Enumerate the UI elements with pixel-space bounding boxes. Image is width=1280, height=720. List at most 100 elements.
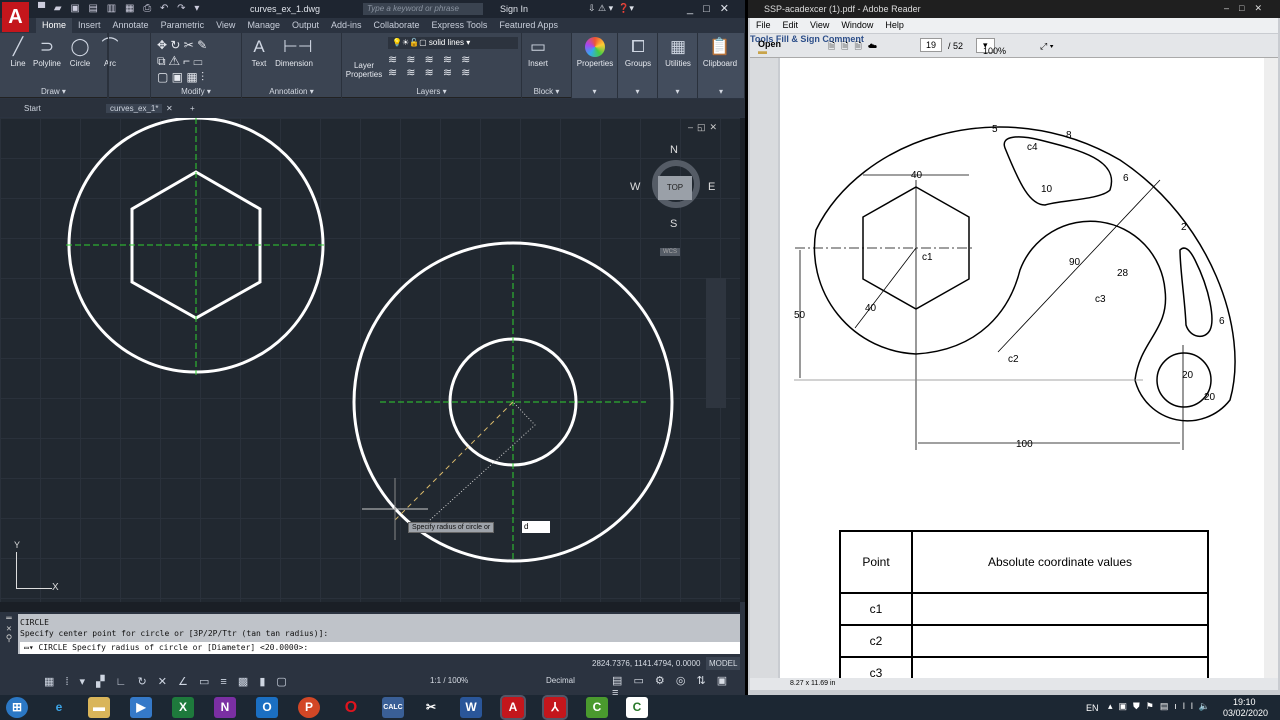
doc-tab-curves[interactable]: curves_ex_1* <box>106 104 163 113</box>
layer-properties-button[interactable]: Layer Properties <box>342 61 386 79</box>
quick-access-toolbar[interactable]: ▀ ▰ ▣ ▤ ▥ ▦ ⎙ ↶ ↷ ▾ <box>38 3 202 14</box>
search-input[interactable]: Type a keyword or phrase <box>363 3 483 15</box>
layer-tools[interactable]: ≋ ≋ ≋ ≋ ≋ ≋ ≋ ≋ ≋ ≋ <box>388 53 473 79</box>
viewport-controls[interactable]: ‒◱✕ <box>688 122 721 133</box>
new-tab-button[interactable]: + <box>190 104 195 113</box>
tab-output[interactable]: Output <box>286 18 325 33</box>
insert-button[interactable]: ▭ Insert <box>526 37 550 68</box>
media-icon[interactable]: ▶ <box>130 697 152 718</box>
tab-home[interactable]: Home <box>36 18 73 33</box>
menu-file[interactable]: File <box>756 20 771 31</box>
language-indicator[interactable]: EN <box>1086 703 1099 713</box>
command-input[interactable]: ▭▾ CIRCLE Specify radius of circle or [D… <box>20 642 740 654</box>
coord-cell[interactable] <box>911 592 1209 626</box>
menu-window[interactable]: Window <box>841 20 873 31</box>
camtasia-recorder-icon[interactable]: C <box>626 697 648 718</box>
fullscreen-icon[interactable]: ⤢ ▾ <box>1040 41 1053 52</box>
tab-featured-apps[interactable]: Featured Apps <box>493 18 564 33</box>
autocad-app-button[interactable]: A <box>2 2 29 32</box>
viewcube[interactable]: TOP N S W E WCS <box>630 144 715 256</box>
autocad-taskbar-icon[interactable]: A <box>500 695 526 720</box>
tab-manage[interactable]: Manage <box>241 18 286 33</box>
open-button[interactable]: ▬ Open <box>758 39 781 56</box>
calc-icon[interactable]: CALC <box>382 697 404 718</box>
drawing-canvas[interactable] <box>0 118 740 602</box>
tab-add-ins[interactable]: Add-ins <box>325 18 368 33</box>
properties-button[interactable]: Properties ▾ <box>572 33 618 98</box>
dynamic-input-field[interactable]: d <box>522 521 550 533</box>
start-button[interactable]: ⊞ <box>6 697 28 718</box>
tab-annotate[interactable]: Annotate <box>107 18 155 33</box>
utilities-button[interactable]: ▦ Utilities ▾ <box>658 33 698 98</box>
coord-cell[interactable] <box>911 656 1209 678</box>
text-icon: A <box>253 37 265 56</box>
pdf-navigation-pane[interactable] <box>750 58 778 688</box>
block-panel-title[interactable]: Block ▾ <box>522 87 571 96</box>
circle-button[interactable]: ◯ Circle <box>66 37 94 68</box>
system-tray-icons[interactable]: ▴▣⛊⚑▤ıll🔈 <box>1108 701 1216 712</box>
groups-button[interactable]: ⧠ Groups ▾ <box>618 33 658 98</box>
layers-panel-title[interactable]: Layers ▾ <box>342 87 521 96</box>
explorer-icon[interactable]: ▬ <box>88 697 110 718</box>
draw-panel-title[interactable]: Draw ▾ <box>0 87 107 96</box>
clipboard-button[interactable]: 📋 Clipboard ▾ <box>698 33 745 98</box>
menu-view[interactable]: View <box>810 20 829 31</box>
pdf-window-controls[interactable]: ‒□✕ <box>1224 3 1272 14</box>
vertical-scrollbar[interactable] <box>740 118 745 602</box>
units-dropdown[interactable]: Decimal <box>546 676 575 685</box>
dimension-button[interactable]: ⊢⊣ Dimension <box>272 37 316 68</box>
onenote-icon[interactable]: N <box>214 697 236 718</box>
menu-help[interactable]: Help <box>885 20 904 31</box>
navigation-bar[interactable] <box>706 278 726 408</box>
page-number-input[interactable]: 19 <box>920 38 943 52</box>
powerpoint-icon[interactable]: P <box>298 697 320 718</box>
drafting-toggles[interactable]: ▦ ⁞ ▾ ▞ ∟ ↻ ✕ ∠ ▭ ≡ ▩ ▮ ▢ <box>44 675 291 688</box>
compass-n[interactable]: N <box>670 144 678 156</box>
file-tools[interactable]: 🗎🗎🗎☁ <box>828 39 883 55</box>
doc-tab-start[interactable]: Start <box>24 104 41 113</box>
close-tab-icon[interactable]: ✕ <box>166 104 173 113</box>
clock-time[interactable]: 19:10 <box>1233 697 1256 707</box>
horizontal-scrollbar[interactable] <box>0 602 740 612</box>
command-close-icon[interactable]: ═ ✕ ⚲ <box>0 614 18 654</box>
drawing-viewport[interactable]: ‒◱✕ TOP N S W E WCS Specify radius of ci… <box>0 118 740 602</box>
tab-express-tools[interactable]: Express Tools <box>426 18 494 33</box>
viewcube-top[interactable]: TOP <box>658 176 692 200</box>
annotation-scale[interactable]: 1:1 / 100% <box>430 676 468 685</box>
tab-parametric[interactable]: Parametric <box>155 18 211 33</box>
outlook-icon[interactable]: O <box>256 697 278 718</box>
word-icon[interactable]: W <box>460 697 482 718</box>
excel-icon[interactable]: X <box>172 697 194 718</box>
wcs-menu[interactable]: WCS <box>660 248 680 256</box>
tab-collaborate[interactable]: Collaborate <box>368 18 426 33</box>
model-space-button[interactable]: MODEL <box>706 657 741 670</box>
pdf-vertical-scrollbar[interactable] <box>1264 58 1278 678</box>
help-icons[interactable]: ⇩ ⚠ ▾ ❓▾ <box>588 3 634 14</box>
ie-icon[interactable]: e <box>48 697 70 718</box>
annotation-panel-title[interactable]: Annotation ▾ <box>242 87 341 96</box>
tab-view[interactable]: View <box>210 18 241 33</box>
compass-s[interactable]: S <box>670 218 677 230</box>
layer-dropdown[interactable]: 💡☀🔓▢ solid lines ▾ <box>388 37 518 49</box>
zoom-dropdown[interactable]: 100% ▾ <box>976 38 1006 56</box>
modify-tools[interactable]: ✥ ↻ ✂ ✎ ⧉ ⚠ ⌐ ▭ ▢ ▣ ▦ ⫶ <box>157 37 207 85</box>
snipping-tool-icon[interactable]: ✂ <box>420 697 442 718</box>
text-button[interactable]: A Text <box>246 37 272 68</box>
coord-cell[interactable] <box>911 624 1209 658</box>
polyline-button[interactable]: ⊃ Polyline <box>30 37 64 68</box>
window-controls[interactable]: _□✕ <box>687 2 739 15</box>
menu-edit[interactable]: Edit <box>783 20 799 31</box>
compass-w[interactable]: W <box>630 181 640 193</box>
opera-icon[interactable]: O <box>340 697 362 718</box>
clock-date[interactable]: 03/02/2020 <box>1223 708 1268 718</box>
camtasia-icon[interactable]: C <box>586 697 608 718</box>
line-button[interactable]: ╱ Line <box>4 37 32 68</box>
arc-button[interactable]: ⌒ Arc <box>96 37 124 68</box>
adobe-reader-taskbar-icon[interactable]: ⅄ <box>542 695 568 720</box>
svg-text:c2: c2 <box>1008 354 1019 365</box>
tab-insert[interactable]: Insert <box>72 18 107 33</box>
modify-panel-title[interactable]: Modify ▾ <box>151 87 241 96</box>
fill-sign-button[interactable]: Fill & Sign <box>776 34 820 44</box>
compass-e[interactable]: E <box>708 181 715 193</box>
sign-in-button[interactable]: Sign In <box>500 4 528 14</box>
